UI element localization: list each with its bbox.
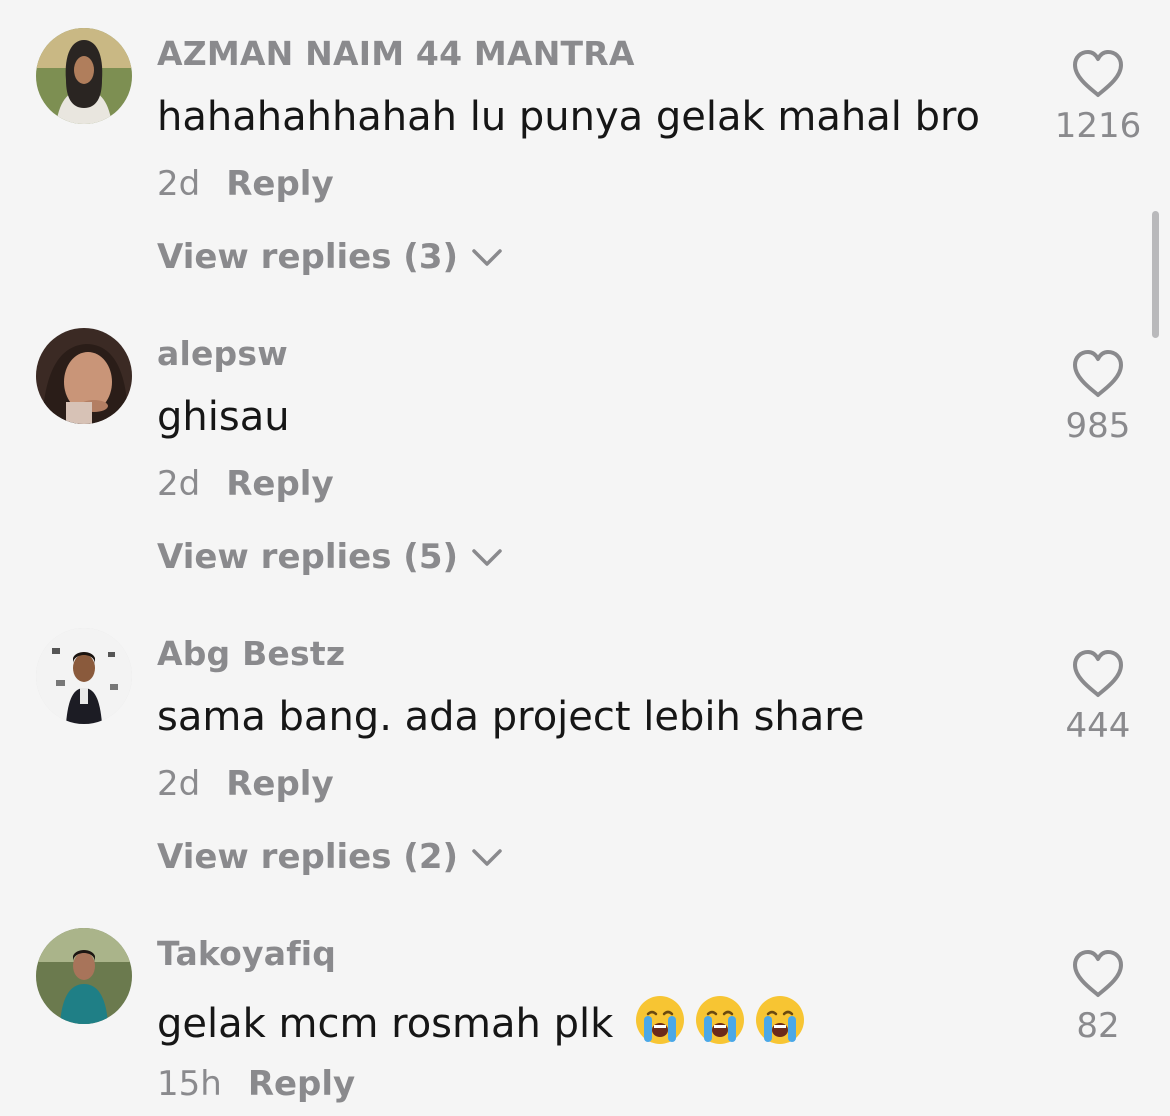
loudly-crying-face-icon [635,996,684,1044]
loudly-crying-face-icon [695,996,744,1044]
loudly-crying-face-icon [755,996,804,1044]
like-count: 82 [1076,1006,1120,1046]
chevron-down-icon [472,549,502,566]
reply-button[interactable]: Reply [248,1064,355,1104]
comment-item: alepsw ghisau 2d Reply View replies (5) 9… [0,300,1170,600]
comment-username[interactable]: Abg Bestz [157,634,345,673]
like-control: 985 [1050,348,1146,446]
heart-outline-icon[interactable] [1070,48,1126,100]
comment-text-body: gelak mcm rosmah plk [157,1001,614,1047]
like-control: 1216 [1050,48,1146,146]
view-replies-label: View replies (5) [157,537,459,577]
reply-button[interactable]: Reply [226,464,333,504]
reply-button[interactable]: Reply [226,764,333,804]
comment-username[interactable]: AZMAN NAIM 44 MANTRA [157,34,635,73]
comment-meta: 2d Reply [157,464,334,504]
scrollbar[interactable] [1152,211,1159,338]
avatar[interactable] [36,328,132,424]
view-replies-label: View replies (3) [157,237,459,277]
like-count: 1216 [1054,106,1142,146]
comment-text: gelak mcm rosmah plk [157,994,806,1047]
avatar[interactable] [36,928,132,1024]
comment-meta: 2d Reply [157,764,334,804]
view-replies-button[interactable]: View replies (3) [157,237,504,277]
comment-username[interactable]: Takoyafiq [157,934,336,973]
comment-item: Abg Bestz sama bang. ada project lebih s… [0,600,1170,900]
comment-timestamp: 15h [157,1064,222,1104]
comment-username[interactable]: alepsw [157,334,288,373]
heart-outline-icon[interactable] [1070,648,1126,700]
heart-outline-icon[interactable] [1070,348,1126,400]
reply-button[interactable]: Reply [226,164,333,204]
avatar[interactable] [36,628,132,724]
like-count: 985 [1065,406,1131,446]
comment-text: ghisau [157,394,290,440]
avatar[interactable] [36,28,132,124]
comment-meta: 15h Reply [157,1064,355,1104]
comment-text: hahahahhahah lu punya gelak mahal bro [157,94,981,140]
like-control: 82 [1050,948,1146,1046]
like-count: 444 [1065,706,1131,746]
chevron-down-icon [472,249,502,266]
comment-timestamp: 2d [157,464,201,504]
comment-text: sama bang. ada project lebih share [157,694,865,740]
view-replies-button[interactable]: View replies (2) [157,837,504,877]
chevron-down-icon [472,849,502,866]
view-replies-button[interactable]: View replies (5) [157,537,504,577]
comment-item: Takoyafiq gelak mcm rosmah plk 15h Reply… [0,900,1170,1116]
like-control: 444 [1050,648,1146,746]
comment-timestamp: 2d [157,164,201,204]
view-replies-label: View replies (2) [157,837,459,877]
comment-timestamp: 2d [157,764,201,804]
comment-meta: 2d Reply [157,164,334,204]
comment-item: AZMAN NAIM 44 MANTRA hahahahhahah lu pun… [0,0,1170,300]
heart-outline-icon[interactable] [1070,948,1126,1000]
